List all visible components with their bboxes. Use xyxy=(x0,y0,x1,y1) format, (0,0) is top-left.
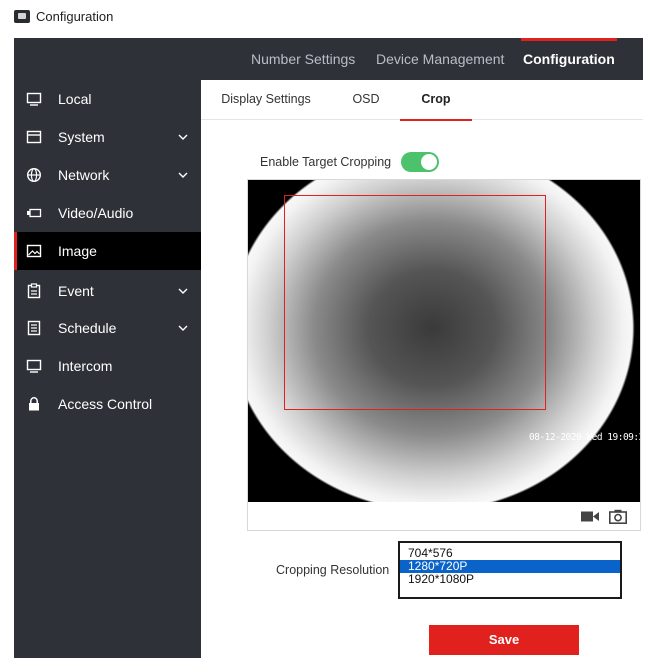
video-camera-icon xyxy=(27,208,42,218)
enable-target-cropping-toggle[interactable] xyxy=(401,152,440,172)
sidebar-item-local[interactable]: Local xyxy=(14,80,201,118)
sidebar-item-label: Network xyxy=(58,167,110,183)
tab-display-settings[interactable]: Display Settings xyxy=(221,80,311,120)
intercom-icon xyxy=(26,359,42,373)
sub-tabs: Display Settings OSD Crop xyxy=(201,80,643,121)
tab-configuration[interactable]: Configuration xyxy=(521,38,617,80)
sidebar-item-schedule[interactable]: Schedule xyxy=(14,309,201,347)
sidebar-item-network[interactable]: Network xyxy=(14,156,201,194)
record-video-icon[interactable] xyxy=(581,511,599,522)
title-bar: Configuration xyxy=(0,0,657,32)
sidebar-item-label: Event xyxy=(58,283,94,299)
sidebar-item-event[interactable]: Event xyxy=(14,272,201,310)
live-view-panel: 08-12-2020 Wed 19:09:21 xyxy=(247,179,641,531)
crop-region-box[interactable] xyxy=(284,195,546,410)
live-view-toolbar xyxy=(248,502,640,530)
monitor-icon xyxy=(26,92,42,106)
cropping-resolution-label: Cropping Resolution xyxy=(276,563,390,577)
window-icon xyxy=(26,130,42,144)
sidebar-item-video-audio[interactable]: Video/Audio xyxy=(14,194,201,232)
sidebar-item-intercom[interactable]: Intercom xyxy=(14,347,201,385)
sidebar-item-label: System xyxy=(58,129,105,145)
sidebar-item-label: Schedule xyxy=(58,320,117,336)
live-view-image: 08-12-2020 Wed 19:09:21 xyxy=(248,180,640,502)
sidebar-item-system[interactable]: System xyxy=(14,118,201,156)
resolution-option-1920x1080p[interactable]: 1920*1080P xyxy=(400,573,620,586)
enable-target-cropping-row: Enable Target Cropping xyxy=(260,152,440,172)
app-window-icon xyxy=(14,9,30,23)
cropping-resolution-listbox[interactable]: 704*576 1280*720P 1920*1080P xyxy=(398,541,622,599)
sidebar: Local System Network Video/Audio Image E… xyxy=(14,80,201,658)
sidebar-item-label: Local xyxy=(58,91,92,107)
sidebar-item-label: Intercom xyxy=(58,358,113,374)
enable-target-cropping-label: Enable Target Cropping xyxy=(260,155,392,169)
chevron-down-icon xyxy=(178,288,188,294)
tab-device-management[interactable]: Device Management xyxy=(376,38,504,80)
tab-crop[interactable]: Crop xyxy=(400,80,472,121)
chevron-down-icon xyxy=(178,134,188,140)
top-navigation: Number Settings Device Management Config… xyxy=(14,38,643,80)
image-icon xyxy=(26,244,42,258)
lock-icon xyxy=(29,397,39,411)
tab-number-settings[interactable]: Number Settings xyxy=(251,38,355,80)
main-content: Display Settings OSD Crop Enable Target … xyxy=(201,80,643,658)
sidebar-item-access-control[interactable]: Access Control xyxy=(14,385,201,423)
osd-timestamp: 08-12-2020 Wed 19:09:21 xyxy=(529,432,640,443)
sidebar-item-label: Video/Audio xyxy=(58,205,134,221)
toggle-knob xyxy=(421,154,438,170)
save-button[interactable]: Save xyxy=(429,625,579,655)
clipboard-icon xyxy=(27,283,41,299)
chevron-down-icon xyxy=(178,172,188,178)
capture-camera-icon[interactable] xyxy=(609,509,627,524)
sidebar-item-label: Image xyxy=(58,243,97,259)
sidebar-item-label: Access Control xyxy=(58,396,153,412)
schedule-list-icon xyxy=(27,320,41,336)
globe-icon xyxy=(26,167,42,183)
sidebar-item-image[interactable]: Image xyxy=(14,232,201,270)
chevron-down-icon xyxy=(178,325,188,331)
window-title: Configuration xyxy=(36,8,114,24)
tab-osd[interactable]: OSD xyxy=(346,80,386,120)
